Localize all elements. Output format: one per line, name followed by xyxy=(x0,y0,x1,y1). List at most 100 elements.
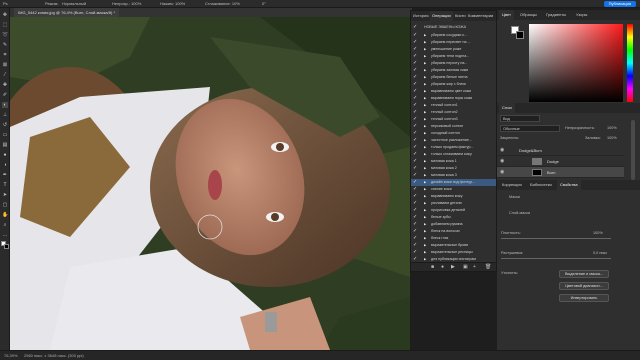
action-item[interactable]: ✓ ▶ убираем перхоту на... xyxy=(411,60,496,67)
expand-triangle-icon[interactable]: ▶ xyxy=(424,208,429,213)
check-icon[interactable]: ✓ xyxy=(413,103,418,108)
expand-triangle-icon[interactable]: ▶ xyxy=(424,61,429,66)
tab-color[interactable]: Цвет xyxy=(499,10,514,20)
new-set-icon[interactable]: ▣ xyxy=(463,265,468,270)
healing-brush-icon[interactable]: ✚ xyxy=(2,82,8,88)
check-icon[interactable]: ✓ xyxy=(413,54,418,59)
check-icon[interactable]: ✓ xyxy=(413,96,418,101)
check-icon[interactable]: ✓ xyxy=(413,138,418,143)
flow-control[interactable]: Нажим: 100% xyxy=(160,0,185,8)
check-icon[interactable]: ✓ xyxy=(413,166,418,171)
action-item[interactable]: ✓ ▶ частотное разложение... xyxy=(411,137,496,144)
expand-triangle-icon[interactable]: ▶ xyxy=(424,201,429,206)
check-icon[interactable]: ✓ xyxy=(413,124,418,129)
check-icon[interactable]: ✓ xyxy=(413,82,418,87)
publish-button[interactable]: Публикация xyxy=(603,1,636,7)
pen-tool-icon[interactable]: ✒ xyxy=(2,172,8,178)
action-item[interactable]: ✓ ▶ блеск на волосах xyxy=(411,228,496,235)
action-item[interactable]: ✓ ▶ только сглаживаем кожу xyxy=(411,151,496,158)
action-item[interactable]: ✓ ▶ выразительные брови xyxy=(411,242,496,249)
expand-triangle-icon[interactable]: ▶ xyxy=(424,236,429,241)
dodge-tool-icon[interactable]: ◑ xyxy=(2,162,8,168)
blur-tool-icon[interactable]: ● xyxy=(2,152,8,158)
expand-triangle-icon[interactable]: ▶ xyxy=(424,222,429,227)
action-item[interactable]: ✓ ▶ матовая кожа 3 xyxy=(411,172,496,179)
action-item[interactable]: ✓ ▶ выравниваем цвет кожи xyxy=(411,88,496,95)
move-tool-icon[interactable]: ✥ xyxy=(2,12,8,18)
action-item[interactable]: ✓ ▶ белые зубы xyxy=(411,214,496,221)
more-tools-icon[interactable]: … xyxy=(2,232,8,238)
check-icon[interactable]: ✓ xyxy=(413,173,418,178)
hand-tool-icon[interactable]: ✋ xyxy=(2,212,8,218)
action-item[interactable]: ✓ ▶ убираем тени подгла... xyxy=(411,53,496,60)
gradient-tool-icon[interactable]: ▤ xyxy=(2,142,8,148)
expand-triangle-icon[interactable]: ▶ xyxy=(424,180,429,185)
stop-icon[interactable]: ■ xyxy=(431,265,436,270)
check-icon[interactable]: ✓ xyxy=(413,131,418,136)
expand-triangle-icon[interactable]: ▶ xyxy=(424,47,429,52)
action-item[interactable]: ✓ ▶ теплый сонтон3 xyxy=(411,116,496,123)
action-item[interactable]: ✓ ▶ выразительные ресницы xyxy=(411,249,496,256)
clone-stamp-icon[interactable]: ⊥ xyxy=(2,112,8,118)
color-range-button[interactable]: Цветовой диапазон... xyxy=(559,282,609,290)
tab-libraries[interactable]: Библиотеки xyxy=(527,180,555,190)
angle-field[interactable]: 0° xyxy=(262,0,266,8)
action-item[interactable]: ✓ ▶ усиливаем детали xyxy=(411,200,496,207)
tab-properties[interactable]: Свойства xyxy=(557,180,581,190)
action-item[interactable]: ✓ ▶ убираем сосудики к... xyxy=(411,32,496,39)
check-icon[interactable]: ✓ xyxy=(413,33,418,38)
expand-triangle-icon[interactable]: ▶ xyxy=(424,194,429,199)
expand-triangle-icon[interactable]: ▶ xyxy=(424,103,429,108)
zoom-level[interactable]: 76,39% xyxy=(4,351,18,360)
action-item[interactable]: ✓ ▶ персиковый сонтон xyxy=(411,123,496,130)
expand-triangle-icon[interactable]: ▶ xyxy=(424,131,429,136)
expand-triangle-icon[interactable]: ▶ xyxy=(424,152,429,157)
action-set-folder[interactable]: ✓ НОВЫЕ ЭКШЕНЫ КОЖА xyxy=(411,24,496,31)
quick-select-icon[interactable]: ✎ xyxy=(2,42,8,48)
check-icon[interactable]: ✓ xyxy=(413,117,418,122)
check-icon[interactable]: ✓ xyxy=(413,75,418,80)
document-canvas[interactable] xyxy=(10,17,410,350)
background-color-swatch[interactable] xyxy=(4,244,9,249)
action-item[interactable]: ✓ ▶ теплый сонтон2 xyxy=(411,109,496,116)
check-icon[interactable]: ✓ xyxy=(413,152,418,157)
tab-adjustments[interactable]: Коррекция xyxy=(499,180,525,190)
action-item[interactable]: ✓ ▶ убираем пересвет на ... xyxy=(411,39,496,46)
check-icon[interactable]: ✓ xyxy=(413,201,418,206)
expand-triangle-icon[interactable]: ▶ xyxy=(424,173,429,178)
tab-actions[interactable]: Операции xyxy=(430,11,453,21)
action-item[interactable]: ✓ ▶ холодный сонтон xyxy=(411,130,496,137)
check-icon[interactable]: ✓ xyxy=(413,110,418,115)
opacity-value[interactable]: 100% xyxy=(607,126,617,130)
check-icon[interactable]: ✓ xyxy=(413,229,418,234)
check-icon[interactable]: ✓ xyxy=(413,61,418,66)
expand-triangle-icon[interactable]: ▶ xyxy=(424,89,429,94)
action-item[interactable]: ✓ ▶ убираем заломы кожи xyxy=(411,67,496,74)
layer-burn[interactable]: ◉ Burn xyxy=(497,167,624,178)
check-icon[interactable]: ✓ xyxy=(413,68,418,73)
check-icon[interactable]: ✓ xyxy=(413,194,418,199)
action-item[interactable]: ✓ ▶ убираем белые пятна xyxy=(411,74,496,81)
check-icon[interactable]: ✓ xyxy=(413,236,418,241)
select-and-mask-button[interactable]: Выделение и маска... xyxy=(559,270,609,278)
visibility-icon[interactable]: ◉ xyxy=(500,167,504,178)
tab-comments[interactable]: Комментарии xyxy=(466,11,495,21)
expand-triangle-icon[interactable]: ▶ xyxy=(424,40,429,45)
frame-tool-icon[interactable]: ⊠ xyxy=(2,62,8,68)
expand-triangle-icon[interactable]: ▶ xyxy=(424,124,429,129)
document-tab[interactable]: IMG_5442 копия.jpg @ 76,4% (Burn, Слой-м… xyxy=(14,8,119,17)
action-item[interactable]: ✓ ▶ матовая кожа 1 xyxy=(411,158,496,165)
expand-triangle-icon[interactable]: ▶ xyxy=(424,54,429,59)
check-icon[interactable]: ✓ xyxy=(413,187,418,192)
action-item[interactable]: ✓ ▶ блеск глаз xyxy=(411,235,496,242)
panel-scrollbar[interactable] xyxy=(631,120,635,180)
expand-triangle-icon[interactable]: ▶ xyxy=(424,229,429,234)
layer-dodge[interactable]: ◉ Dodge xyxy=(497,156,624,167)
expand-triangle-icon[interactable]: ▶ xyxy=(424,187,429,192)
check-icon[interactable]: ✓ xyxy=(413,180,418,185)
shape-tool-icon[interactable]: ▢ xyxy=(2,202,8,208)
expand-triangle-icon[interactable]: ▶ xyxy=(424,68,429,73)
expand-triangle-icon[interactable]: ▶ xyxy=(424,75,429,80)
expand-triangle-icon[interactable]: ▶ xyxy=(424,145,429,150)
invert-button[interactable]: Инвертировать xyxy=(559,294,609,302)
